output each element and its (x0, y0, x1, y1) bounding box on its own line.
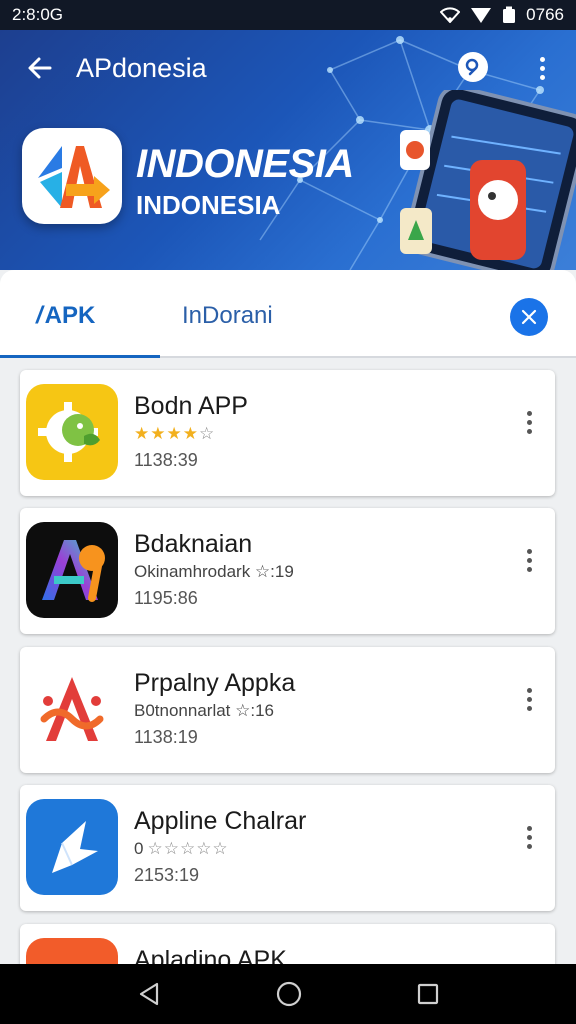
status-bar: 2:8:0G 0766 (0, 0, 576, 30)
app-subtitle: Okinamhrodark ☆:19 (134, 562, 294, 581)
app-card[interactable]: Bodn APP ★★★★☆ 1138:39 (20, 370, 555, 496)
more-vert-icon[interactable] (521, 544, 537, 576)
brand-logo (22, 128, 122, 224)
tab-slash: / (36, 302, 43, 329)
arrow-left-icon (28, 57, 52, 79)
rating-stars: ☆☆☆☆☆ (147, 839, 229, 858)
app-card[interactable]: Appline Chalrar 0 ☆☆☆☆☆ 2153:19 (20, 785, 555, 911)
nav-recents-icon[interactable] (416, 982, 440, 1006)
back-button[interactable] (18, 46, 62, 90)
tab-indonesia[interactable]: InDorani (182, 302, 273, 330)
app-name: Appline Chalrar (134, 807, 307, 835)
more-vert-icon[interactable] (521, 406, 537, 438)
battery-text: 0766 (526, 5, 564, 24)
active-tab-indicator (0, 355, 160, 358)
app-rating: 0 ☆☆☆☆☆ (134, 839, 229, 859)
wifi-icon (440, 7, 461, 23)
signal-icon (471, 8, 492, 23)
tab-bar: /APK InDorani (0, 270, 576, 358)
red-swirl-icon (26, 661, 118, 757)
header-banner: APdonesia INDONESIA INDONESIA (0, 30, 576, 270)
app-toolbar: APdonesia (0, 46, 576, 90)
letter-a-arrow-logo-icon (38, 146, 110, 208)
app-name: Prpalny Appka (134, 669, 296, 697)
app-meta: 1195:86 (134, 588, 198, 608)
close-icon (521, 309, 537, 325)
more-vert-icon[interactable] (521, 683, 537, 715)
paper-bird-icon (26, 799, 118, 895)
status-time: 2:8:0G (12, 5, 64, 24)
close-button[interactable] (510, 298, 548, 336)
app-card[interactable]: Bdaknaian Okinamhrodark ☆:19 1195:86 (20, 508, 555, 634)
app-subtitle: B0tnonnarlat ☆:16 (134, 701, 275, 720)
search-button[interactable] (458, 52, 488, 82)
more-vert-icon[interactable] (521, 821, 537, 853)
app-meta: 1138:19 (134, 727, 198, 747)
app-title: APdonesia (76, 52, 207, 83)
tab-indonesia-label: InDorani (182, 302, 273, 329)
overflow-menu-button[interactable] (530, 50, 554, 86)
tab-apk[interactable]: /APK (36, 302, 95, 330)
letter-a-icon (26, 522, 118, 618)
rating-stars: ★★★★☆ (134, 424, 216, 443)
green-gear-icon (26, 384, 118, 480)
nav-back-icon[interactable] (136, 981, 162, 1007)
tab-apk-label: APK (44, 302, 96, 329)
app-subtitle: 0 (134, 839, 144, 858)
more-vert-icon (539, 56, 545, 62)
system-nav-bar (0, 964, 576, 1024)
status-icons: 0766 (440, 5, 564, 25)
banner-subtitle: INDONESIA (136, 190, 281, 220)
banner-title: INDONESIA (136, 142, 354, 186)
app-rating: ★★★★☆ (134, 424, 215, 444)
app-name: Bdaknaian (134, 530, 253, 558)
battery-icon (503, 6, 516, 23)
app-name: Bodn APP (134, 392, 248, 420)
search-icon (465, 58, 479, 76)
app-card[interactable]: Prpalny Appka B0tnonnarlat ☆:16 1138:19 (20, 647, 555, 773)
phone-illustration (400, 90, 576, 270)
app-meta: 2153:19 (134, 865, 200, 885)
app-meta: 1138:39 (134, 450, 198, 470)
nav-home-icon[interactable] (275, 980, 303, 1008)
